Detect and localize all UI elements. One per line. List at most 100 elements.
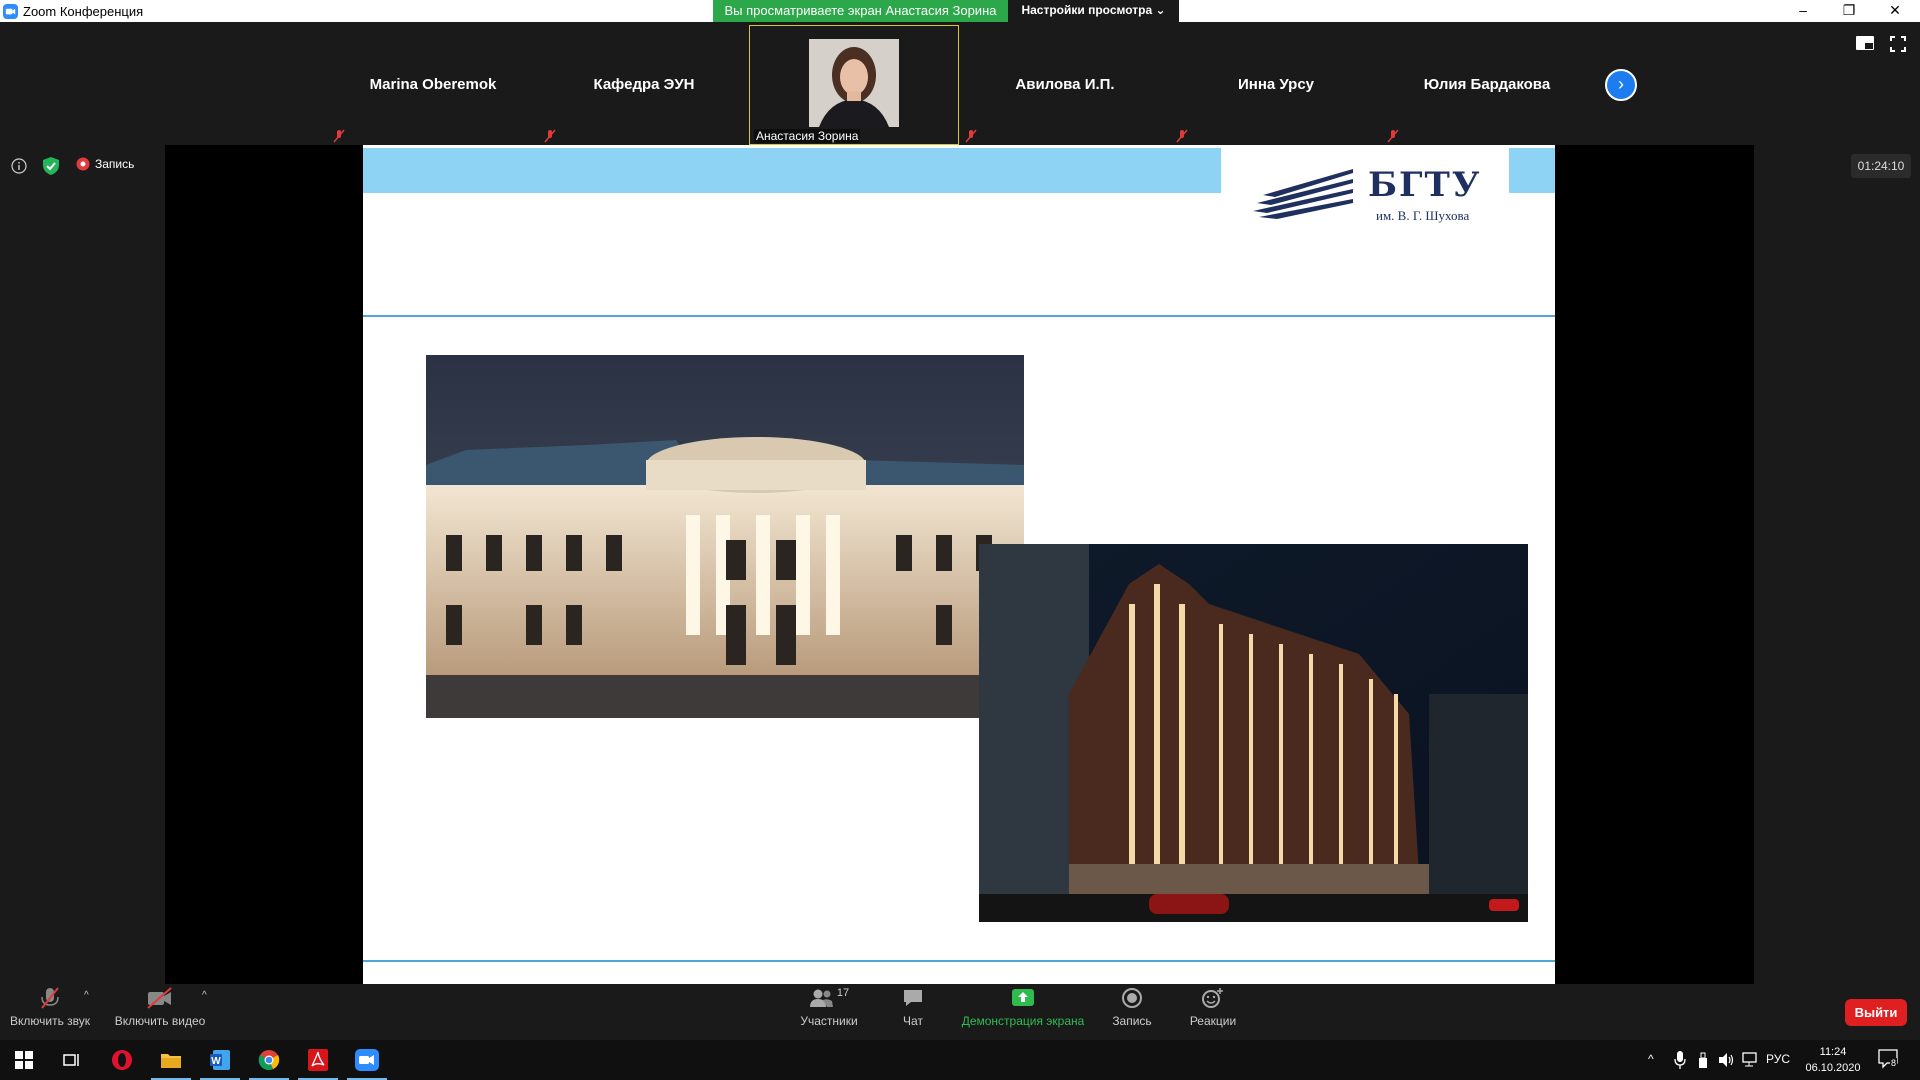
restore-button[interactable]: ❐ <box>1826 0 1872 22</box>
record-dot-icon <box>76 157 90 171</box>
folder-icon <box>161 1054 181 1068</box>
participant-name: Юлия Бардакова <box>1423 76 1551 93</box>
window-title: Zoom Конференция <box>23 4 144 19</box>
logo-stripes-icon <box>1253 169 1353 219</box>
input-language[interactable]: РУС <box>1766 1052 1790 1066</box>
record-icon <box>1122 988 1142 1008</box>
participant-name: Анастасия Зорина <box>754 129 861 143</box>
slide-header-band <box>1509 148 1555 193</box>
leave-meeting-button[interactable]: Выйти <box>1845 999 1907 1026</box>
muted-mic-icon <box>1387 129 1399 143</box>
show-hidden-icons[interactable]: ^ <box>1648 1052 1654 1066</box>
word-icon: W <box>210 1050 230 1070</box>
microphone-icon[interactable] <box>1674 1051 1686 1069</box>
taskbar-acrobat[interactable] <box>294 1040 342 1080</box>
network-icon[interactable] <box>1742 1052 1760 1068</box>
record-label: Запись <box>1112 1014 1152 1028</box>
viewing-screen-banner: Вы просматриваете экран Анастасия Зорина <box>713 0 1008 22</box>
shield-icon[interactable] <box>43 157 59 175</box>
taskbar-file-explorer[interactable] <box>147 1040 195 1080</box>
meeting-toolbar: Включить звук ^ Включить видео ^ 17 Учас… <box>0 984 1920 1040</box>
participant-tile[interactable]: Юлия Бардакова <box>1382 25 1592 145</box>
title-bar: Zoom Конференция Вы просматриваете экран… <box>0 0 1920 22</box>
participant-tile[interactable]: Кафедра ЭУН <box>539 25 749 145</box>
video-options-chevron-icon[interactable]: ^ <box>202 990 207 1001</box>
participant-tile[interactable]: Инна Урсу <box>1171 25 1381 145</box>
chat-icon <box>904 990 922 1006</box>
unmute-button[interactable]: Включить звук <box>10 984 90 1028</box>
gallery-view-icon[interactable] <box>1856 36 1874 50</box>
view-options-label: Настройки просмотра <box>1021 3 1153 17</box>
bgtu-logo: БГТУ им. В. Г. Шухова <box>1253 159 1493 223</box>
participants-icon <box>809 989 833 1007</box>
reactions-label: Реакции <box>1189 1014 1237 1028</box>
chat-label: Чат <box>903 1014 923 1028</box>
reactions-icon <box>1202 988 1223 1008</box>
record-button[interactable]: Запись <box>1102 984 1162 1028</box>
system-clock[interactable]: 11:24 06.10.2020 <box>1800 1044 1866 1076</box>
info-icon[interactable] <box>11 158 27 174</box>
svg-text:W: W <box>211 1056 221 1067</box>
minimize-button[interactable]: – <box>1780 0 1826 22</box>
slide-header-band <box>363 148 1221 193</box>
close-window-button[interactable]: ✕ <box>1872 0 1918 22</box>
volume-icon[interactable] <box>1718 1052 1734 1068</box>
taskbar-chrome[interactable] <box>245 1040 293 1080</box>
start-button[interactable] <box>0 1040 48 1080</box>
fullscreen-icon[interactable] <box>1890 36 1906 52</box>
chat-button[interactable]: Чат <box>883 984 943 1028</box>
zoom-icon <box>355 1049 379 1071</box>
notifications-button[interactable]: 8 <box>1878 1049 1904 1071</box>
audio-options-chevron-icon[interactable]: ^ <box>84 990 89 1001</box>
presentation-slide: БГТУ им. В. Г. Шухова <box>363 145 1555 987</box>
share-screen-label: Демонстрация экрана <box>961 1014 1085 1028</box>
task-view-button[interactable] <box>48 1040 96 1080</box>
taskbar-word[interactable]: W <box>196 1040 244 1080</box>
building-illustration <box>426 355 1024 718</box>
muted-mic-icon <box>333 129 345 143</box>
participant-photo <box>809 39 899 127</box>
participants-button[interactable]: 17 Участники <box>790 984 868 1028</box>
participants-label: Участники <box>800 1014 858 1028</box>
muted-mic-icon <box>965 129 977 143</box>
building-photo-1 <box>426 355 1024 718</box>
unmute-label: Включить звук <box>10 1014 91 1028</box>
participant-name: Инна Урсу <box>1237 76 1315 93</box>
start-video-button[interactable]: Включить видео <box>112 984 208 1028</box>
clock-date: 06.10.2020 <box>1805 1062 1861 1074</box>
task-view-icon <box>63 1054 79 1066</box>
recording-label: Запись <box>95 157 135 171</box>
chevron-down-icon: ⌄ <box>1155 3 1166 17</box>
windows-taskbar: W ^ РУС 11:24 06.10.2020 8 <box>0 1040 1920 1080</box>
view-options-dropdown[interactable]: Настройки просмотра ⌄ <box>1008 0 1179 22</box>
participants-count: 17 <box>836 987 850 999</box>
reactions-button[interactable]: Реакции <box>1182 984 1244 1028</box>
chevron-right-icon: › <box>1618 74 1624 94</box>
recording-indicator[interactable]: Запись <box>76 157 134 171</box>
logo-text: БГТУ <box>1368 165 1482 205</box>
zoom-app-icon <box>3 4 18 19</box>
logo-subtitle: им. В. Г. Шухова <box>1376 208 1470 223</box>
video-off-icon <box>147 987 172 1009</box>
muted-mic-icon <box>1176 129 1188 143</box>
participant-name: Кафедра ЭУН <box>593 76 695 93</box>
windows-logo-icon <box>15 1051 33 1069</box>
acrobat-icon <box>308 1049 328 1071</box>
notification-count: 8 <box>1890 1058 1898 1068</box>
next-page-button[interactable]: › <box>1605 69 1637 101</box>
participant-name: Marina Oberemok <box>369 76 497 93</box>
share-screen-button[interactable]: Демонстрация экрана <box>958 984 1088 1028</box>
chrome-icon <box>258 1050 280 1070</box>
participant-video <box>809 39 899 127</box>
opera-icon <box>112 1050 132 1070</box>
participant-tile[interactable]: Marina Oberemok <box>328 25 538 145</box>
usb-icon[interactable] <box>1697 1052 1709 1068</box>
taskbar-opera[interactable] <box>98 1040 146 1080</box>
participant-name: Авилова И.П. <box>1015 76 1115 93</box>
building-illustration <box>979 544 1528 922</box>
active-speaker-tile[interactable]: Анастасия Зорина <box>749 25 959 145</box>
participant-tile[interactable]: Авилова И.П. <box>960 25 1170 145</box>
divider <box>363 960 1555 962</box>
building-photo-2 <box>979 544 1528 922</box>
taskbar-zoom[interactable] <box>343 1040 391 1080</box>
